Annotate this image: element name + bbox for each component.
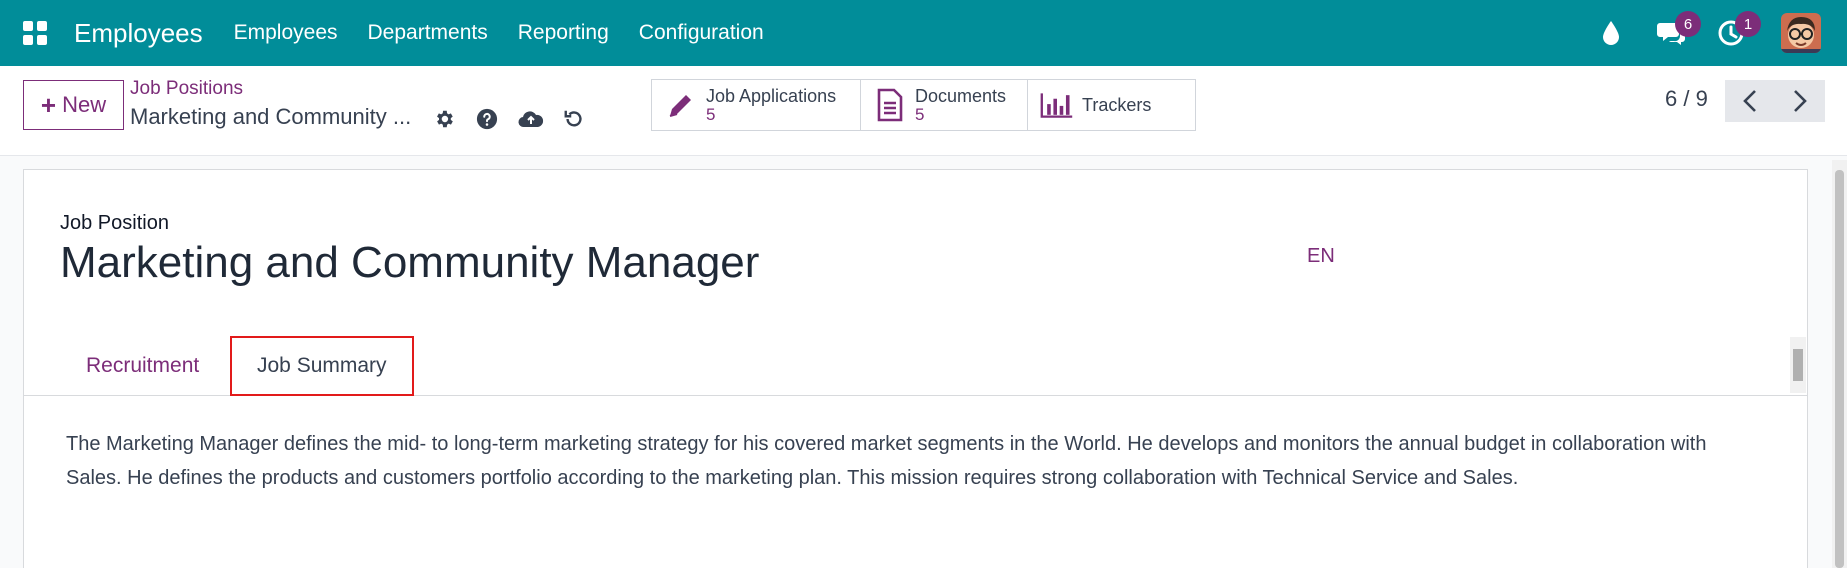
new-button[interactable]: + New <box>23 80 124 130</box>
chat-icon[interactable]: 6 <box>1651 11 1701 53</box>
chat-badge: 6 <box>1675 11 1701 37</box>
apps-grid-icon[interactable] <box>18 16 52 50</box>
tab-scrollbar[interactable] <box>1790 337 1806 393</box>
tab-scrollbar-thumb[interactable] <box>1793 349 1803 381</box>
trackers-label: Trackers <box>1082 95 1152 115</box>
droplet-icon[interactable] <box>1591 13 1631 53</box>
job-applications-button[interactable]: Job Applications 5 <box>652 80 861 130</box>
job-position-label: Job Position <box>60 212 169 234</box>
plus-icon: + <box>40 90 57 120</box>
control-panel: + New Job Positions Marketing and Commun… <box>0 66 1847 156</box>
pager-next-button[interactable] <box>1775 80 1825 122</box>
gear-icon[interactable] <box>429 104 459 134</box>
trackers-button[interactable]: Trackers <box>1028 80 1195 130</box>
menu-configuration[interactable]: Configuration <box>639 21 764 45</box>
app-title[interactable]: Employees <box>74 18 203 49</box>
language-button[interactable]: EN <box>1307 245 1335 268</box>
job-position-name[interactable]: Marketing and Community Manager <box>60 238 759 288</box>
cloud-upload-icon[interactable] <box>516 104 546 134</box>
help-icon[interactable] <box>472 104 502 134</box>
breadcrumb-parent[interactable]: Job Positions <box>130 78 243 100</box>
pencil-icon <box>664 87 698 123</box>
activity-badge: 1 <box>1735 11 1761 37</box>
menu-reporting[interactable]: Reporting <box>518 21 609 45</box>
menu-employees[interactable]: Employees <box>234 21 338 45</box>
clock-icon[interactable]: 1 <box>1711 11 1761 53</box>
documents-label: Documents <box>915 86 1007 106</box>
breadcrumb-current: Marketing and Community ... <box>130 104 412 129</box>
tab-job-summary[interactable]: Job Summary <box>230 336 414 396</box>
notebook-tabs: Recruitment Job Summary <box>24 336 1807 396</box>
pager-value: 6 / 9 <box>1665 86 1708 111</box>
avatar[interactable] <box>1781 13 1821 53</box>
documents-button[interactable]: Documents 5 <box>861 80 1028 130</box>
document-icon <box>873 87 907 123</box>
menu-departments[interactable]: Departments <box>368 21 488 45</box>
page-scrollbar-thumb[interactable] <box>1835 170 1844 568</box>
discard-icon[interactable] <box>559 104 589 134</box>
new-button-label: New <box>62 92 107 117</box>
pager-previous-button[interactable] <box>1725 80 1775 122</box>
job-summary-text[interactable]: The Marketing Manager defines the mid- t… <box>66 427 1746 495</box>
chevron-right-icon <box>1794 90 1807 112</box>
job-applications-count: 5 <box>706 105 716 124</box>
job-applications-label: Job Applications <box>706 86 837 106</box>
bar-chart-icon <box>1040 87 1074 123</box>
chevron-left-icon <box>1743 90 1756 112</box>
smart-buttons: Job Applications 5 Documents 5 Trackers <box>651 79 1196 131</box>
page-scrollbar[interactable] <box>1832 160 1847 568</box>
form-sheet: Job Position Marketing and Community Man… <box>23 169 1808 568</box>
tab-recruitment[interactable]: Recruitment <box>61 336 224 396</box>
documents-count: 5 <box>915 105 925 124</box>
top-navbar: Employees Employees Departments Reportin… <box>0 0 1847 66</box>
